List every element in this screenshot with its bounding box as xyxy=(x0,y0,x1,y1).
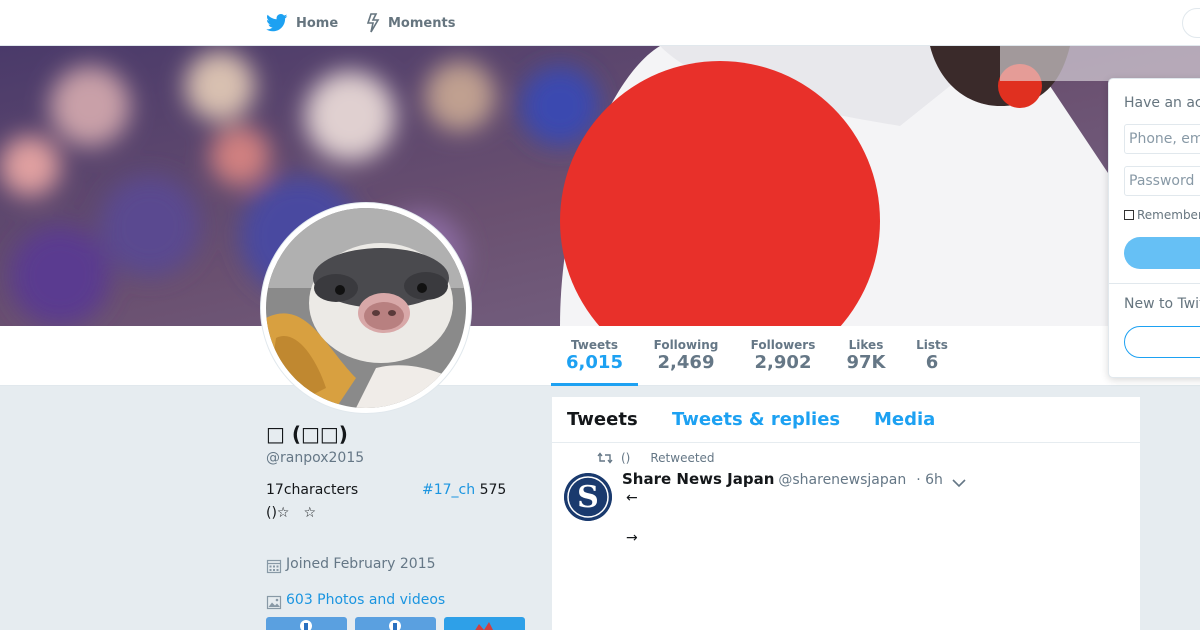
stat-value: 97K xyxy=(846,352,886,373)
image-icon xyxy=(266,595,282,610)
top-nav: Home Moments xyxy=(0,0,1200,46)
profile-handle[interactable]: @ranpox2015 xyxy=(266,450,364,466)
tweet-author-avatar[interactable]: S xyxy=(564,473,612,521)
tweet-username[interactable]: @sharenewsjapan xyxy=(778,472,906,488)
tweet-text-line: ← xyxy=(626,490,638,506)
chevron-down-icon xyxy=(952,479,966,488)
nav-moments-label: Moments xyxy=(388,15,456,31)
bio-hashtag-line: #17_ch 575 xyxy=(422,482,506,498)
nav-home[interactable]: Home xyxy=(266,0,338,46)
phone-email-input[interactable]: Phone, em xyxy=(1124,124,1200,154)
tab-tweets-replies[interactable]: Tweets & replies xyxy=(672,409,840,430)
svg-text:S: S xyxy=(577,480,599,515)
timeline: Tweets Tweets & replies Media () Retweet… xyxy=(552,397,1140,630)
tab-media[interactable]: Media xyxy=(874,409,935,430)
stat-likes[interactable]: Likes 97K xyxy=(840,326,892,386)
tweet-header: Share News Japan @sharenewsjapan · 6h xyxy=(622,470,943,488)
media-thumbnail[interactable] xyxy=(266,617,347,630)
bio-line-2: ()☆ ☆ xyxy=(266,505,317,521)
media-thumbnail[interactable] xyxy=(355,617,436,630)
thumbnail-image xyxy=(475,622,493,630)
retweet-icon xyxy=(597,452,613,464)
retweeter-name[interactable]: () xyxy=(621,451,630,465)
stat-label: Tweets xyxy=(570,338,619,352)
banner-image xyxy=(0,46,1200,326)
stat-value: 2,469 xyxy=(657,352,715,373)
photos-label: 603 Photos and videos xyxy=(286,592,446,608)
language-dropdown[interactable] xyxy=(1182,8,1200,38)
twitter-bird-icon xyxy=(266,14,288,32)
retweet-context: () Retweeted xyxy=(597,451,715,465)
tweet-text-line: → xyxy=(626,530,638,546)
profile-name[interactable]: □ (□□) xyxy=(266,422,348,446)
stat-followers[interactable]: Followers 2,902 xyxy=(745,326,821,386)
remember-checkbox[interactable] xyxy=(1124,210,1134,220)
stat-label: Likes xyxy=(848,338,884,352)
bio-line-1: 17characters xyxy=(266,482,359,498)
profile-banner xyxy=(0,46,1200,326)
thumbnail-image xyxy=(300,620,312,630)
nav-home-label: Home xyxy=(296,15,339,31)
tweet-fullname[interactable]: Share News Japan xyxy=(622,470,774,488)
joined-date: Joined February 2015 xyxy=(266,554,436,574)
timeline-tabs: Tweets Tweets & replies Media xyxy=(552,397,1140,443)
nav-moments[interactable]: Moments xyxy=(366,0,455,46)
new-to-twitter-label: New to Twit xyxy=(1124,296,1200,312)
stat-lists[interactable]: Lists 6 xyxy=(910,326,954,386)
share-news-logo: S xyxy=(564,473,612,521)
bio-hashtag-link[interactable]: #17_ch xyxy=(422,482,475,498)
have-account-label: Have an ac xyxy=(1124,95,1200,111)
stat-value: 6,015 xyxy=(566,352,623,373)
stat-label: Lists xyxy=(916,338,948,352)
remember-label: Remember xyxy=(1137,208,1200,222)
tab-tweets[interactable]: Tweets xyxy=(567,409,638,430)
joined-label: Joined February 2015 xyxy=(286,556,436,572)
calendar-icon xyxy=(266,559,282,574)
stat-value: 6 xyxy=(925,352,939,373)
signup-button[interactable] xyxy=(1124,326,1200,358)
divider xyxy=(1109,283,1200,284)
thumbnail-image xyxy=(389,620,401,630)
retweeted-label: Retweeted xyxy=(650,451,715,465)
password-input[interactable]: Password xyxy=(1124,166,1200,196)
stat-value: 2,902 xyxy=(754,352,812,373)
tweet-menu-button[interactable] xyxy=(952,473,966,492)
lightning-icon xyxy=(366,13,380,33)
login-dropdown: Have an ac Phone, em Password Remember N… xyxy=(1108,78,1200,378)
ferret-avatar-image xyxy=(266,208,466,408)
media-thumbnail[interactable] xyxy=(444,617,525,630)
login-button[interactable] xyxy=(1124,237,1200,269)
stat-tweets[interactable]: Tweets 6,015 xyxy=(551,326,638,386)
profile-avatar[interactable] xyxy=(261,203,471,413)
photos-videos-link[interactable]: 603 Photos and videos xyxy=(266,590,445,610)
profile-nav: Tweets 6,015 Following 2,469 Followers 2… xyxy=(0,326,1200,386)
bio-count: 575 xyxy=(475,482,507,498)
remember-me[interactable]: Remember xyxy=(1124,208,1200,222)
stat-following[interactable]: Following 2,469 xyxy=(648,326,724,386)
stat-label: Following xyxy=(653,338,719,352)
tweet-timestamp[interactable]: · 6h xyxy=(916,472,943,488)
stat-label: Followers xyxy=(750,338,816,352)
